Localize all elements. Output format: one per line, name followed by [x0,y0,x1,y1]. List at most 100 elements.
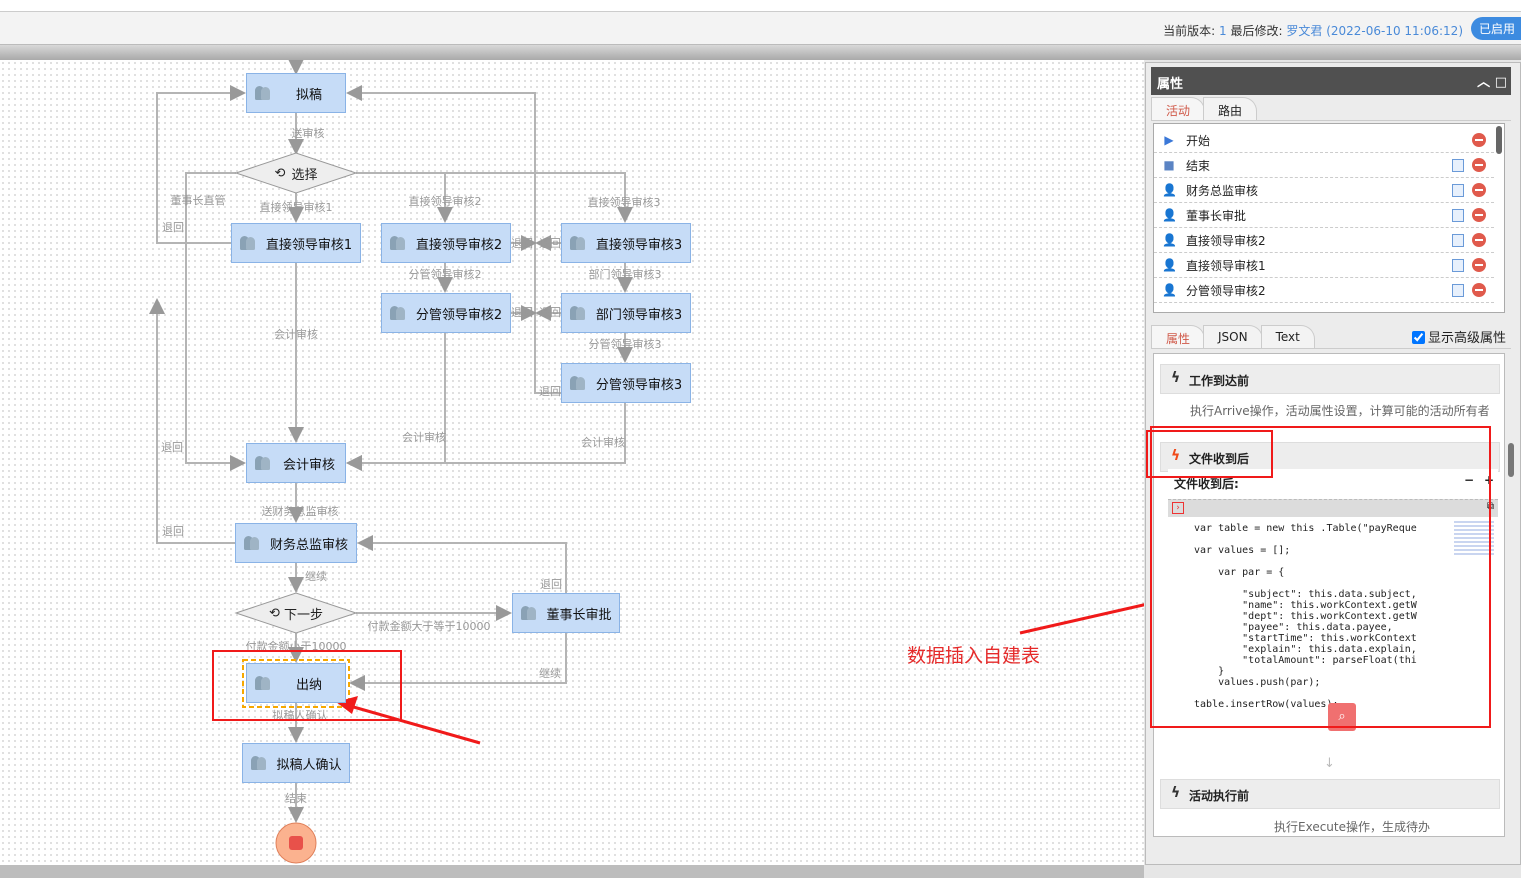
edge-label: 退回 [539,306,561,319]
edge-label: 继续 [539,667,561,680]
users-icon [244,536,260,550]
list-item[interactable]: 👤 财务总监审核 [1154,178,1494,203]
maximize-icon[interactable]: □ [1495,75,1507,90]
remove-icon[interactable] [1472,133,1486,147]
list-item[interactable]: 👤 分管领导审核2 [1154,278,1494,303]
activity-list: ▶ 开始 ■ 结束 👤 财务总监审核 👤 董事长审批 👤 直接领导审核2 👤 直接领导审核1… [1153,123,1505,313]
status-badge[interactable]: 已启用 [1470,17,1521,40]
item-label: 分管领导审核2 [1186,283,1266,298]
users-icon [570,236,586,250]
gateway-next[interactable]: ⟲ 下一步 [236,593,356,633]
gateway-choose[interactable]: ⟲ 选择 [236,153,356,193]
node-direct2[interactable]: 直接领导审核2 [381,223,511,263]
node-direct3[interactable]: 直接领导审核3 [561,223,691,263]
gateway-icon: ⟲ [269,605,280,621]
edge [346,403,626,471]
copy-icon[interactable] [1452,259,1464,272]
node-label: 部门领导审核3 [595,307,683,323]
section-execute[interactable]: ϟ 活动执行前 [1160,779,1500,809]
tab-activity[interactable]: 活动 [1151,97,1206,120]
item-label: 开始 [1186,133,1211,148]
highlight-box [1150,426,1491,728]
node-label: 选择 [291,167,318,183]
section-title: 工作到达前 [1189,374,1250,388]
toolbar-divider [0,45,1521,60]
canvas-scrollbar[interactable] [0,865,1144,878]
edge-label: 退回 [162,525,184,538]
edge-label: 退回 [511,306,533,319]
list-item[interactable]: 👤 直接领导审核2 [1154,228,1494,253]
item-label: 直接领导审核2 [1186,233,1266,248]
tab-route[interactable]: 路由 [1203,97,1258,120]
users-icon [255,456,271,470]
list-item[interactable]: ■ 结束 [1154,153,1494,178]
bolt-icon: ϟ [1171,370,1181,386]
edge-label: 退回 [539,237,561,250]
remove-icon[interactable] [1472,233,1486,247]
list-item[interactable]: ▶ 开始 [1154,128,1494,153]
tab-text[interactable]: Text [1260,325,1315,348]
section-title: 活动执行前 [1189,789,1250,803]
users-icon [570,306,586,320]
panel-scrollbar[interactable] [1508,443,1514,477]
checkbox[interactable] [1411,331,1425,344]
node-label: 拟稿 [295,87,322,103]
users-icon [390,236,406,250]
list-item[interactable]: 👤 董事长审批 [1154,203,1494,228]
node-branch3[interactable]: 分管领导审核3 [561,363,691,403]
user-icon: 👤 [1162,258,1177,272]
node-draft[interactable]: 拟稿 [246,73,346,113]
show-advanced-checkbox[interactable]: 显示高级属性 [1411,327,1506,346]
tab-json[interactable]: JSON [1203,325,1263,348]
remove-icon[interactable] [1472,258,1486,272]
copy-icon[interactable] [1452,184,1464,197]
node-dept3[interactable]: 部门领导审核3 [561,293,691,333]
users-icon [240,236,256,250]
edge-label: 会计审核 [274,328,318,341]
remove-icon[interactable] [1472,183,1486,197]
tab-properties[interactable]: 属性 [1151,325,1206,348]
node-label: 分管领导审核3 [595,377,683,393]
flow-canvas[interactable]: 拟稿 ⟲ 选择 直接领导审核1 直接领导审核2 直接领导审核3 分管领导审核2 部… [0,60,1144,865]
copy-icon[interactable] [1452,234,1464,247]
node-label: 分管领导审核2 [415,307,503,323]
node-direct1[interactable]: 直接领导审核1 [231,223,361,263]
edge-label: 退回 [161,441,183,454]
modifier-link[interactable]: 罗文君 [1286,24,1322,38]
node-accounting[interactable]: 会计审核 [246,443,346,483]
copy-icon[interactable] [1452,159,1464,172]
users-icon [255,86,271,100]
node-label: 财务总监审核 [269,537,348,553]
node-confirm[interactable]: 拟稿人确认 [242,743,350,783]
collapse-icon[interactable]: ︿ [1477,75,1490,90]
copy-icon[interactable] [1452,209,1464,222]
node-label: 拟稿人确认 [276,757,342,773]
down-arrow-icon: ↓ [1324,756,1335,771]
section-arrive[interactable]: ϟ 工作到达前 [1160,364,1500,394]
node-label: 直接领导审核3 [595,237,683,253]
edge-label: 会计审核 [402,431,446,444]
node-label: 直接领导审核1 [265,237,353,253]
play-icon: ▶ [1164,133,1174,147]
node-branch2[interactable]: 分管领导审核2 [381,293,511,333]
list-scrollbar[interactable] [1496,126,1502,154]
remove-icon[interactable] [1472,283,1486,297]
users-icon [570,376,586,390]
remove-icon[interactable] [1472,158,1486,172]
edge-label: 会计审核 [581,436,625,449]
node-chairman[interactable]: 董事长审批 [512,593,620,633]
panel-header: 属性 ︿ □ [1151,67,1511,95]
version-info: 当前版本: 1 最后修改: 罗文君 (2022-06-10 11:06:12) [1163,22,1463,39]
edge [149,298,235,544]
item-label: 董事长审批 [1186,208,1247,223]
node-cfo[interactable]: 财务总监审核 [235,523,357,563]
list-item[interactable]: 👤 直接领导审核1 [1154,253,1494,278]
annotation-text: 数据插入自建表 [907,645,1041,667]
modified-label: 最后修改: [1230,24,1283,38]
section-desc: 执行Arrive操作，活动属性设置，计算可能的活动所有者 [1190,404,1490,418]
header-bar: 当前版本: 1 最后修改: 罗文君 (2022-06-10 11:06:12) … [0,12,1521,45]
modified-time: (2022-06-10 11:06:12) [1326,24,1463,38]
copy-icon[interactable] [1452,284,1464,297]
remove-icon[interactable] [1472,208,1486,222]
edge-label: 送审核 [291,127,325,140]
